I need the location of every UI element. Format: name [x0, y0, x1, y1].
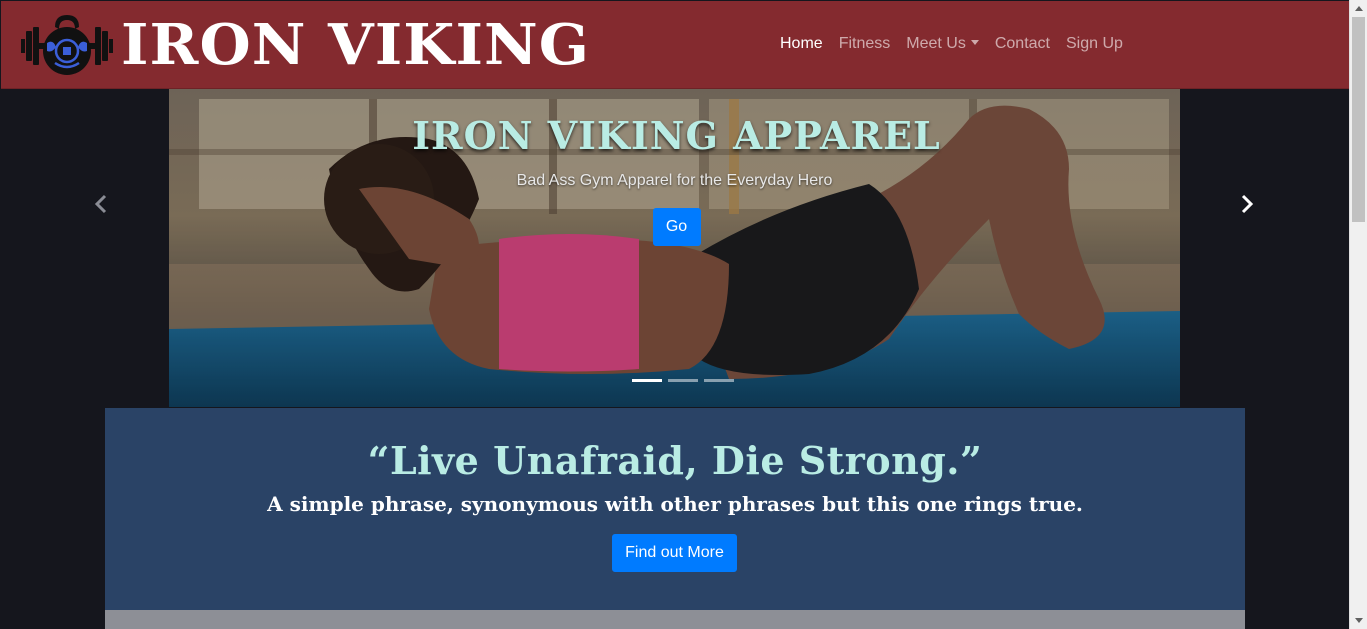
scroll-up-arrow-icon[interactable]	[1355, 6, 1363, 11]
carousel-title: IRON VIKING APPAREL	[412, 113, 941, 158]
quote-section: “Live Unafraid, Die Strong.” A simple ph…	[105, 408, 1245, 610]
caret-down-icon	[970, 40, 979, 45]
chevron-left-icon	[94, 194, 107, 214]
chevron-right-icon	[1241, 194, 1254, 214]
scroll-thumb[interactable]	[1352, 17, 1365, 222]
main-nav: Home Fitness Meet Us Contact Sign Up	[780, 35, 1139, 53]
carousel-indicators	[185, 379, 1180, 382]
carousel-subtitle: Bad Ass Gym Apparel for the Everyday Her…	[516, 172, 833, 189]
next-section-image-peek	[105, 610, 1245, 629]
brand-link[interactable]: IRON VIKING	[19, 13, 589, 77]
scroll-down-arrow-icon[interactable]	[1355, 618, 1363, 623]
carousel-caption: IRON VIKING APPAREL Bad Ass Gym Apparel …	[169, 113, 1180, 246]
nav-fitness[interactable]: Fitness	[839, 35, 891, 52]
hero-carousel: IRON VIKING APPAREL Bad Ass Gym Apparel …	[169, 89, 1180, 407]
navbar: IRON VIKING Home Fitness Meet Us Contact…	[1, 1, 1349, 89]
go-button[interactable]: Go	[652, 208, 701, 246]
find-out-more-button[interactable]: Find out More	[612, 534, 737, 572]
nav-meet-us-label: Meet Us	[906, 35, 966, 52]
nav-sign-up[interactable]: Sign Up	[1066, 35, 1123, 52]
page-scrollbar[interactable]	[1349, 0, 1367, 629]
nav-contact[interactable]: Contact	[995, 35, 1050, 52]
nav-meet-us-dropdown[interactable]: Meet Us	[906, 35, 979, 52]
carousel-indicator-3[interactable]	[703, 379, 734, 382]
brand-name: IRON VIKING	[121, 12, 591, 78]
carousel-prev-button[interactable]	[87, 188, 115, 220]
carousel-indicator-1[interactable]	[631, 379, 662, 382]
kettlebell-barbell-logo-icon	[21, 15, 113, 75]
nav-home[interactable]: Home	[780, 35, 823, 52]
quote-subtitle: A simple phrase, synonymous with other p…	[267, 492, 1083, 516]
carousel-next-button[interactable]	[1233, 188, 1261, 220]
carousel-indicator-2[interactable]	[667, 379, 698, 382]
quote-title: “Live Unafraid, Die Strong.”	[367, 438, 983, 483]
page: IRON VIKING Home Fitness Meet Us Contact…	[0, 0, 1367, 629]
